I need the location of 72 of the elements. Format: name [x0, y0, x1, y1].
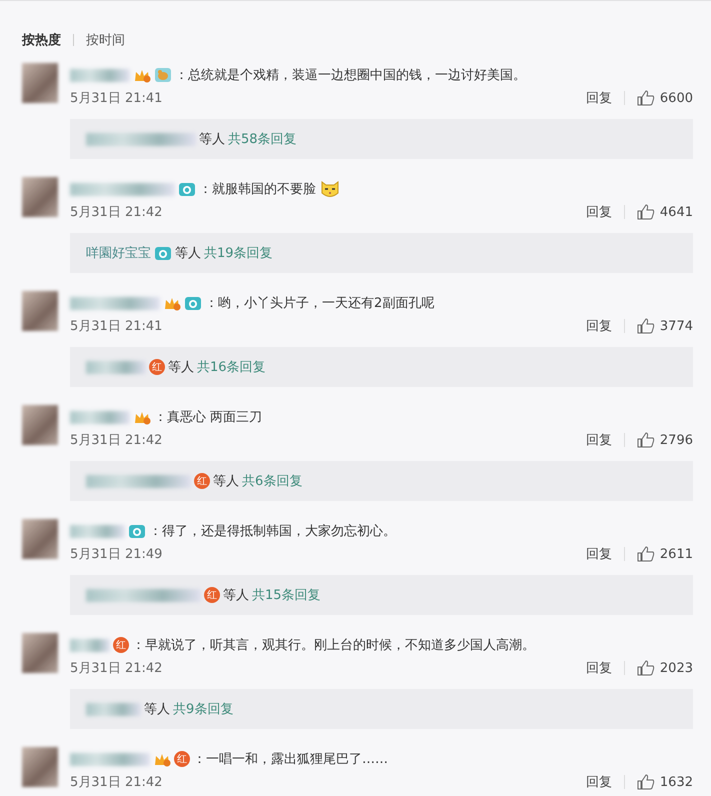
reply-link[interactable]: 回复 — [586, 431, 612, 449]
like-button[interactable]: 6600 — [636, 90, 693, 106]
reply-thread-bar[interactable]: 红 等人 共16条回复 — [70, 347, 693, 387]
like-button[interactable]: 2611 — [636, 546, 693, 562]
blurred-name — [70, 638, 110, 652]
bird-badge-icon — [154, 67, 172, 83]
thread-suffix: 等人 — [223, 587, 249, 604]
sort-tab[interactable]: 按时间 — [86, 31, 125, 49]
blurred-name — [86, 702, 141, 716]
avatar[interactable] — [22, 405, 58, 445]
reply-link[interactable]: 回复 — [586, 773, 612, 791]
thumbs-up-icon — [636, 546, 655, 562]
comment-text: ：得了，还是得抵制韩国，大家勿忘初心。 — [149, 523, 396, 540]
comment-text: ：就服韩国的不要脸 — [199, 181, 316, 198]
camera-badge-icon — [154, 245, 172, 261]
comment-time: 5月31日 21:42 — [70, 432, 164, 449]
avatar[interactable] — [22, 519, 58, 559]
blurred-name — [70, 410, 130, 424]
avatar[interactable] — [22, 177, 58, 217]
thumbs-up-icon — [636, 432, 655, 448]
avatar[interactable] — [22, 747, 58, 787]
like-button[interactable]: 1632 — [636, 774, 693, 790]
thread-suffix: 等人 — [144, 701, 170, 718]
sort-tab[interactable]: 按热度 — [22, 31, 61, 49]
avatar[interactable] — [22, 63, 58, 103]
comment-text: ：总统就是个戏精，装逼一边想圈中国的钱，一边讨好美国。 — [175, 67, 526, 84]
comment-text: ：哟，小丫头片子，一天还有2副面孔呢 — [205, 295, 434, 312]
thumbs-up-icon — [636, 204, 655, 220]
comment-time: 5月31日 21:41 — [70, 90, 164, 107]
reply-thread-bar[interactable]: 等人 共58条回复 — [70, 119, 693, 159]
rank-badge: 红 — [149, 359, 165, 375]
thumbs-up-icon — [636, 318, 655, 334]
reply-thread-bar[interactable]: 等人 共9条回复 — [70, 689, 693, 729]
reply-link[interactable]: 回复 — [586, 203, 612, 221]
blurred-name — [70, 524, 125, 538]
comment-text: ：一唱一和，露出狐狸尾巴了…… — [193, 751, 388, 768]
camera-badge-icon — [128, 523, 146, 539]
thread-suffix: 等人 — [199, 131, 225, 148]
camera-badge-icon — [178, 181, 196, 197]
rank-badge: 红 — [174, 751, 190, 767]
comment-text: ：早就说了，听其言，观其行。刚上台的时候，不知道多少国人高潮。 — [132, 637, 535, 654]
comment-time: 5月31日 21:41 — [70, 318, 164, 335]
rank-badge: 红 — [113, 637, 129, 653]
comment-text: ：真恶心 两面三刀 — [154, 409, 262, 426]
reply-thread-bar[interactable]: 红 等人 共6条回复 — [70, 461, 693, 501]
thread-suffix: 等人 — [168, 359, 194, 376]
rank-badge: 红 — [194, 473, 210, 489]
like-button[interactable]: 3774 — [636, 318, 693, 334]
comment-time: 5月31日 21:42 — [70, 774, 164, 791]
avatar[interactable] — [22, 291, 58, 331]
blurred-name — [70, 68, 130, 82]
thumbs-up-icon — [636, 774, 655, 790]
avatar[interactable] — [22, 633, 58, 673]
thread-suffix: 等人 — [175, 245, 201, 262]
like-button[interactable]: 4641 — [636, 204, 693, 220]
reply-link[interactable]: 回复 — [586, 317, 612, 335]
like-button[interactable]: 2023 — [636, 660, 693, 676]
comment-time: 5月31日 21:42 — [70, 204, 164, 221]
comment-time: 5月31日 21:49 — [70, 546, 164, 563]
reply-link[interactable]: 回复 — [586, 545, 612, 563]
comment-time: 5月31日 21:42 — [70, 660, 164, 677]
like-button[interactable]: 2796 — [636, 432, 693, 448]
blurred-name — [86, 360, 146, 374]
camera-badge-icon — [184, 295, 202, 311]
reply-thread-bar[interactable]: 红 等人 共15条回复 — [70, 575, 693, 615]
reply-link[interactable]: 回复 — [586, 89, 612, 107]
thread-suffix: 等人 — [213, 473, 239, 490]
reply-link[interactable]: 回复 — [586, 659, 612, 677]
cat-face-emoji-icon — [319, 178, 341, 200]
rank-badge: 红 — [204, 587, 220, 603]
thumbs-up-icon — [636, 90, 655, 106]
thumbs-up-icon — [636, 660, 655, 676]
